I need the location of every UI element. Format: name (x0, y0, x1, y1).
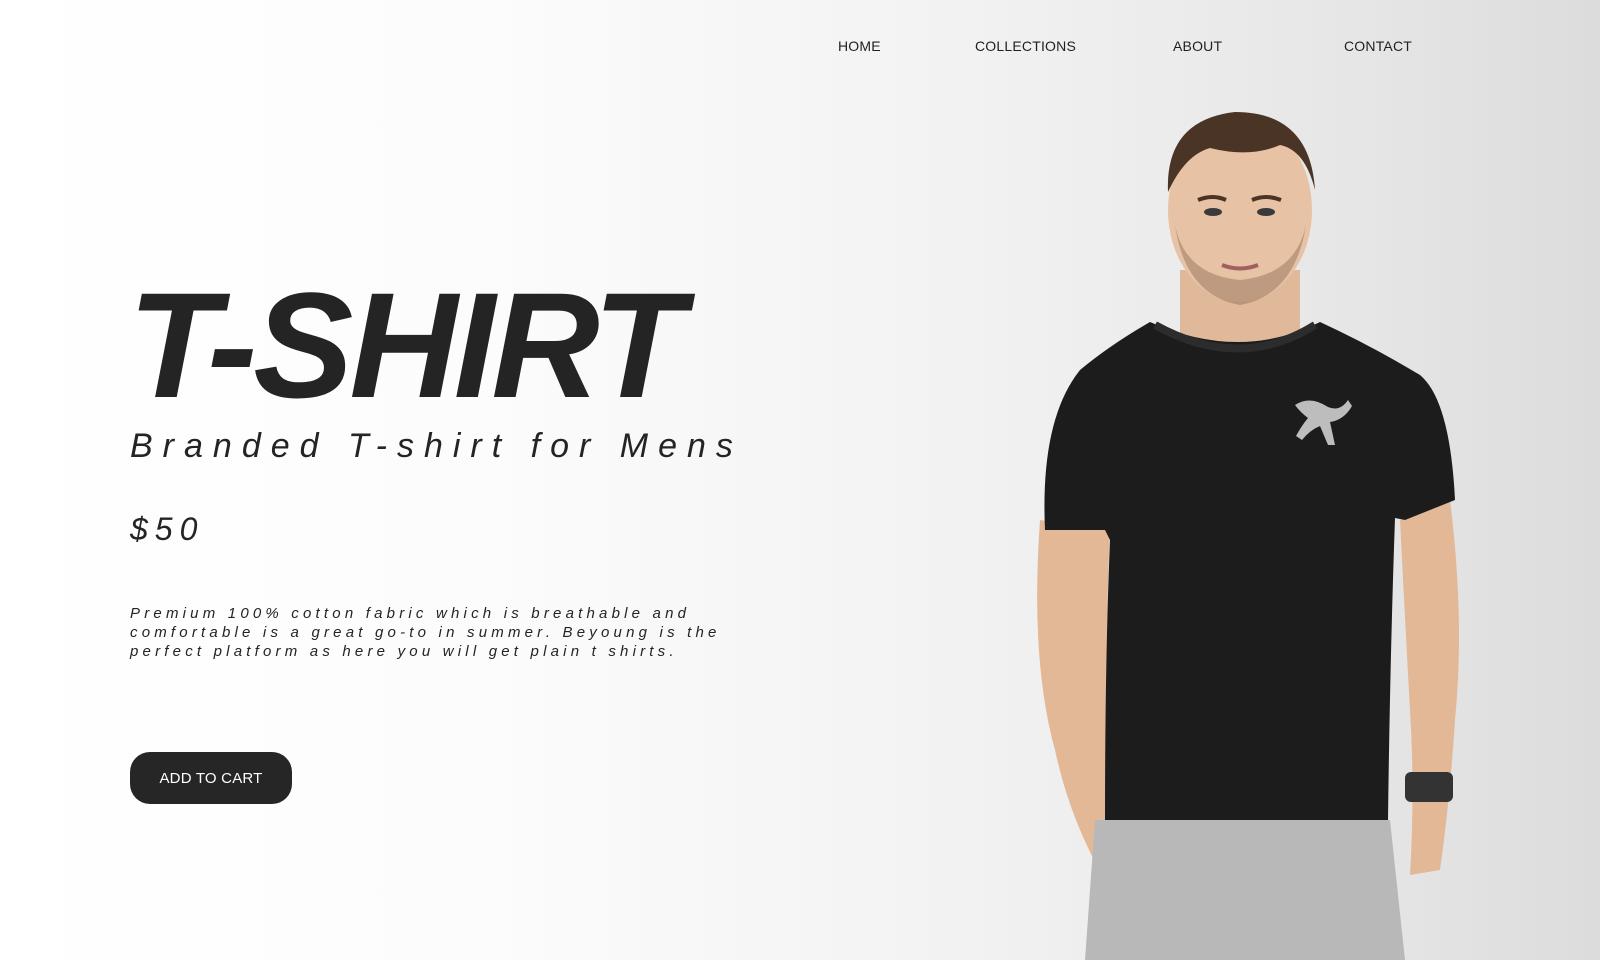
product-subtitle: Branded T-shirt for Mens (130, 427, 743, 465)
nav-about-link[interactable]: ABOUT (1173, 38, 1222, 54)
landing-page: HOME COLLECTIONS ABOUT CONTACT T-SHIRT B… (0, 0, 1600, 960)
product-description: Premium 100% cotton fabric which is brea… (130, 605, 721, 660)
nav-collections-link[interactable]: COLLECTIONS (975, 38, 1076, 54)
product-title: T-SHIRT (128, 261, 685, 429)
model-in-tshirt-illustration (1037, 112, 1459, 960)
product-price: $50 (130, 511, 205, 547)
add-to-cart-button[interactable]: ADD TO CART (130, 752, 292, 804)
nav-contact-link[interactable]: CONTACT (1344, 38, 1412, 54)
model-image (1010, 100, 1510, 960)
nav-home-link[interactable]: HOME (838, 38, 881, 54)
top-navigation: HOME COLLECTIONS ABOUT CONTACT (0, 38, 1600, 58)
